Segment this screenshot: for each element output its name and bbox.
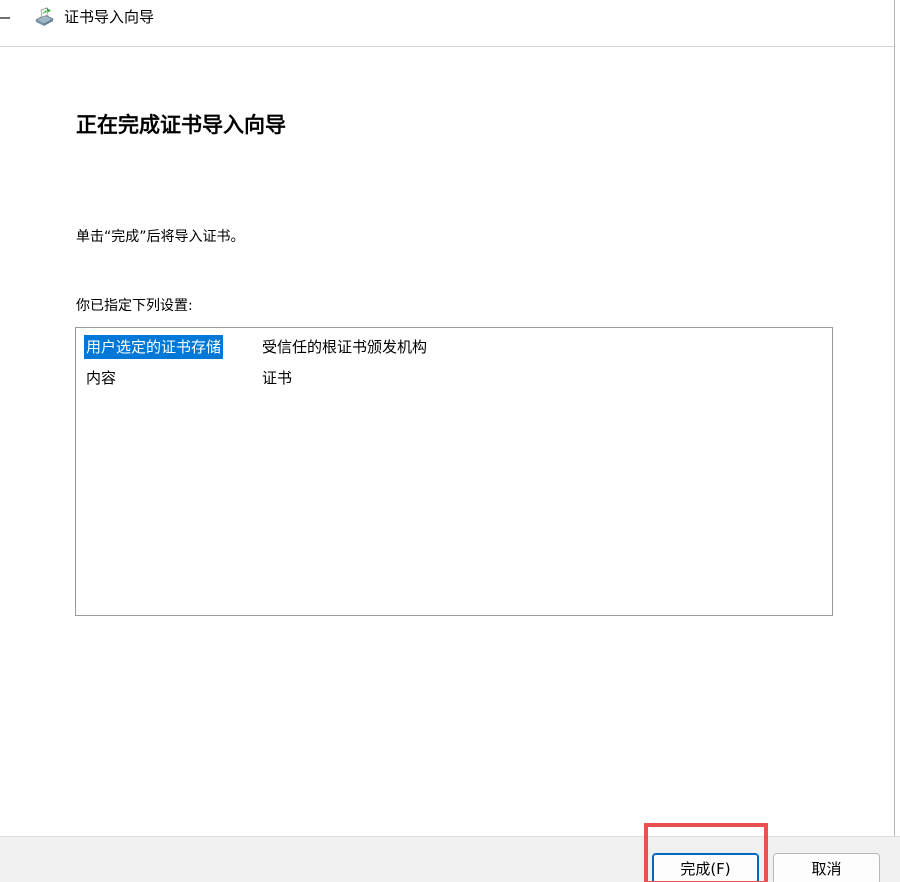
settings-label: 你已指定下列设置:	[76, 298, 193, 314]
title-bar: 证书导入向导	[0, 0, 895, 47]
settings-list[interactable]: 用户选定的证书存储 受信任的根证书颁发机构 内容 证书	[75, 327, 833, 616]
back-arrow-icon[interactable]	[0, 8, 14, 28]
settings-value: 受信任的根证书颁发机构	[262, 338, 428, 356]
window-right-border	[894, 0, 895, 836]
cancel-button[interactable]: 取消	[773, 853, 880, 882]
window-title: 证书导入向导	[64, 8, 155, 26]
certificate-import-wizard-window: 证书导入向导 正在完成证书导入向导 单击“完成”后将导入证书。 你已指定下列设置…	[0, 0, 900, 882]
settings-key[interactable]: 内容	[84, 366, 118, 390]
instruction-text: 单击“完成”后将导入证书。	[76, 229, 245, 245]
settings-key[interactable]: 用户选定的证书存储	[84, 335, 224, 359]
certificate-wizard-icon	[33, 6, 55, 28]
settings-value: 证书	[262, 369, 293, 387]
finish-button[interactable]: 完成(F)	[652, 853, 759, 882]
page-heading: 正在完成证书导入向导	[76, 113, 286, 137]
footer-bar: 完成(F) 取消	[0, 836, 900, 882]
